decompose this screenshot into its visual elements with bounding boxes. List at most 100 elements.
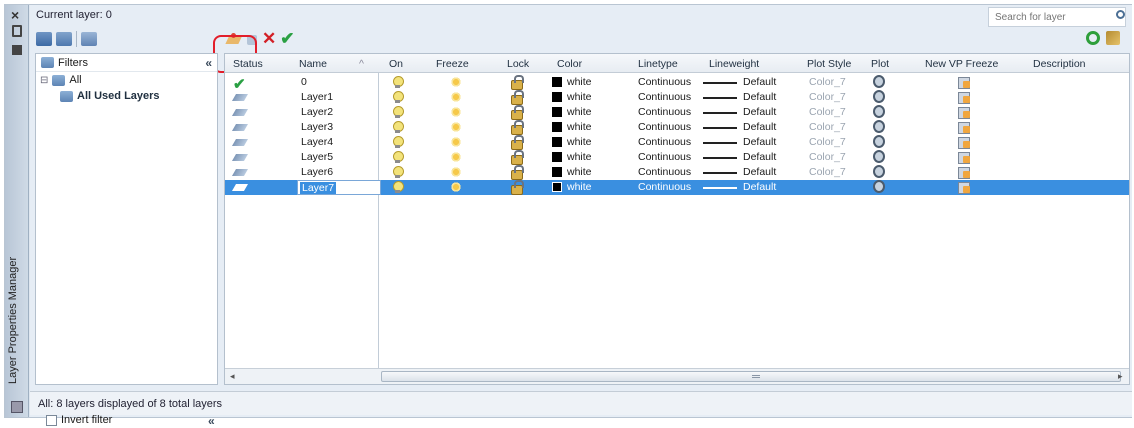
invert-filter-control[interactable]: Invert filter (46, 414, 112, 426)
freeze-sun-icon[interactable] (450, 91, 462, 103)
column-header-on[interactable]: On (389, 58, 403, 70)
color-swatch[interactable] (552, 77, 562, 87)
lineweight-value[interactable]: Default (743, 106, 776, 118)
column-header-plot[interactable]: Plot (871, 58, 889, 70)
plot-printer-icon[interactable] (873, 75, 885, 88)
layer-name-editor[interactable]: Layer7 (297, 180, 381, 195)
layer-row[interactable]: ✔ 0 white Continuous Default Color_7 (225, 75, 1129, 93)
linetype-value[interactable]: Continuous (638, 91, 691, 103)
color-name[interactable]: white (567, 181, 592, 193)
plot-printer-icon[interactable] (873, 120, 885, 133)
search-input[interactable] (988, 7, 1126, 27)
column-header-lineweight[interactable]: Lineweight (709, 58, 759, 70)
color-swatch[interactable] (552, 122, 562, 132)
plot-printer-icon[interactable] (873, 150, 885, 163)
new-vp-freeze-icon[interactable] (958, 180, 970, 194)
scroll-left-icon[interactable]: ◂ (230, 371, 235, 382)
layer-name[interactable]: Layer2 (301, 106, 333, 118)
new-vp-freeze-icon[interactable] (958, 165, 970, 179)
color-name[interactable]: white (567, 136, 592, 148)
plot-printer-icon[interactable] (873, 135, 885, 148)
collapse-icon[interactable]: « (208, 414, 215, 428)
on-off-bulb-icon[interactable] (393, 76, 404, 88)
lock-icon[interactable] (510, 105, 524, 120)
lineweight-value[interactable]: Default (743, 136, 776, 148)
lock-icon[interactable] (510, 135, 524, 150)
color-swatch[interactable] (552, 152, 562, 162)
column-header-status[interactable]: Status (233, 58, 263, 70)
lineweight-value[interactable]: Default (743, 76, 776, 88)
layer-row[interactable]: Layer6 white Continuous Default Color_7 (225, 165, 1129, 180)
filter-item-all[interactable]: ⊟ All (36, 72, 217, 88)
new-vp-freeze-icon[interactable] (958, 135, 970, 149)
color-swatch[interactable] (552, 182, 562, 192)
plot-printer-icon[interactable] (873, 90, 885, 103)
set-current-icon[interactable]: ✔ (280, 29, 294, 49)
filter-item-all-used-layers[interactable]: All Used Layers (36, 88, 217, 104)
freeze-sun-icon[interactable] (450, 121, 462, 133)
horizontal-scrollbar[interactable]: ◂ ▸ (225, 368, 1129, 384)
palette-settings-icon[interactable] (11, 401, 23, 413)
on-off-bulb-icon[interactable] (393, 151, 404, 163)
scroll-thumb[interactable] (381, 371, 1121, 382)
new-vp-freeze-icon[interactable] (958, 150, 970, 164)
delete-layer-icon[interactable]: ✕ (262, 29, 276, 49)
linetype-value[interactable]: Continuous (638, 166, 691, 178)
search-icon[interactable] (1116, 10, 1125, 19)
on-off-bulb-icon[interactable] (393, 121, 404, 133)
lock-icon[interactable] (510, 75, 524, 90)
color-swatch[interactable] (552, 167, 562, 177)
layer-row[interactable]: Layer5 white Continuous Default Color_7 (225, 150, 1129, 165)
column-header-lock[interactable]: Lock (507, 58, 529, 70)
color-name[interactable]: white (567, 91, 592, 103)
new-vp-freeze-icon[interactable] (958, 90, 970, 104)
lock-icon[interactable] (510, 120, 524, 135)
column-header-plot-style[interactable]: Plot Style (807, 58, 851, 70)
layer-states-manager-icon[interactable] (81, 32, 97, 46)
column-header-freeze[interactable]: Freeze (436, 58, 469, 70)
freeze-sun-icon[interactable] (450, 76, 462, 88)
column-header-color[interactable]: Color (557, 58, 582, 70)
layer-name[interactable]: Layer3 (301, 121, 333, 133)
freeze-sun-icon[interactable] (450, 136, 462, 148)
freeze-sun-icon[interactable] (450, 151, 462, 163)
color-swatch[interactable] (552, 137, 562, 147)
lock-icon[interactable] (510, 150, 524, 165)
lock-icon[interactable] (510, 90, 524, 105)
color-name[interactable]: white (567, 106, 592, 118)
scroll-right-icon[interactable]: ▸ (1118, 371, 1123, 382)
column-header-linetype[interactable]: Linetype (638, 58, 678, 70)
linetype-value[interactable]: Continuous (638, 136, 691, 148)
linetype-value[interactable]: Continuous (638, 181, 691, 193)
color-name[interactable]: white (567, 121, 592, 133)
on-off-bulb-icon[interactable] (393, 106, 404, 118)
plot-printer-icon[interactable] (873, 165, 885, 178)
freeze-sun-icon[interactable] (450, 166, 462, 178)
new-property-filter-icon[interactable] (36, 32, 52, 46)
properties-icon[interactable] (12, 45, 22, 55)
lineweight-value[interactable]: Default (743, 121, 776, 133)
new-vp-freeze-icon[interactable] (958, 120, 970, 134)
layer-row[interactable]: Layer4 white Continuous Default Color_7 (225, 135, 1129, 150)
tree-expander-icon[interactable]: ⊟ (40, 75, 48, 86)
linetype-value[interactable]: Continuous (638, 121, 691, 133)
layer-name[interactable]: Layer6 (301, 166, 333, 178)
layer-row[interactable]: Layer1 white Continuous Default Color_7 (225, 90, 1129, 105)
lock-icon[interactable] (510, 165, 524, 180)
collapse-filter-tree-icon[interactable]: « (205, 56, 212, 70)
color-name[interactable]: white (567, 166, 592, 178)
layer-name[interactable]: 0 (301, 76, 307, 88)
on-off-bulb-icon[interactable] (393, 91, 404, 103)
invert-filter-checkbox[interactable] (46, 414, 57, 426)
on-off-bulb-icon[interactable] (393, 136, 404, 148)
new-group-filter-icon[interactable] (56, 32, 72, 46)
new-vp-freeze-icon[interactable] (958, 75, 970, 89)
freeze-sun-icon[interactable] (450, 181, 462, 193)
column-header-name[interactable]: Name (299, 58, 327, 70)
color-name[interactable]: white (567, 76, 592, 88)
auto-hide-icon[interactable] (12, 25, 22, 37)
on-off-bulb-icon[interactable] (393, 181, 404, 193)
on-off-bulb-icon[interactable] (393, 166, 404, 178)
plot-printer-icon[interactable] (873, 105, 885, 118)
settings-icon[interactable] (1106, 31, 1120, 45)
